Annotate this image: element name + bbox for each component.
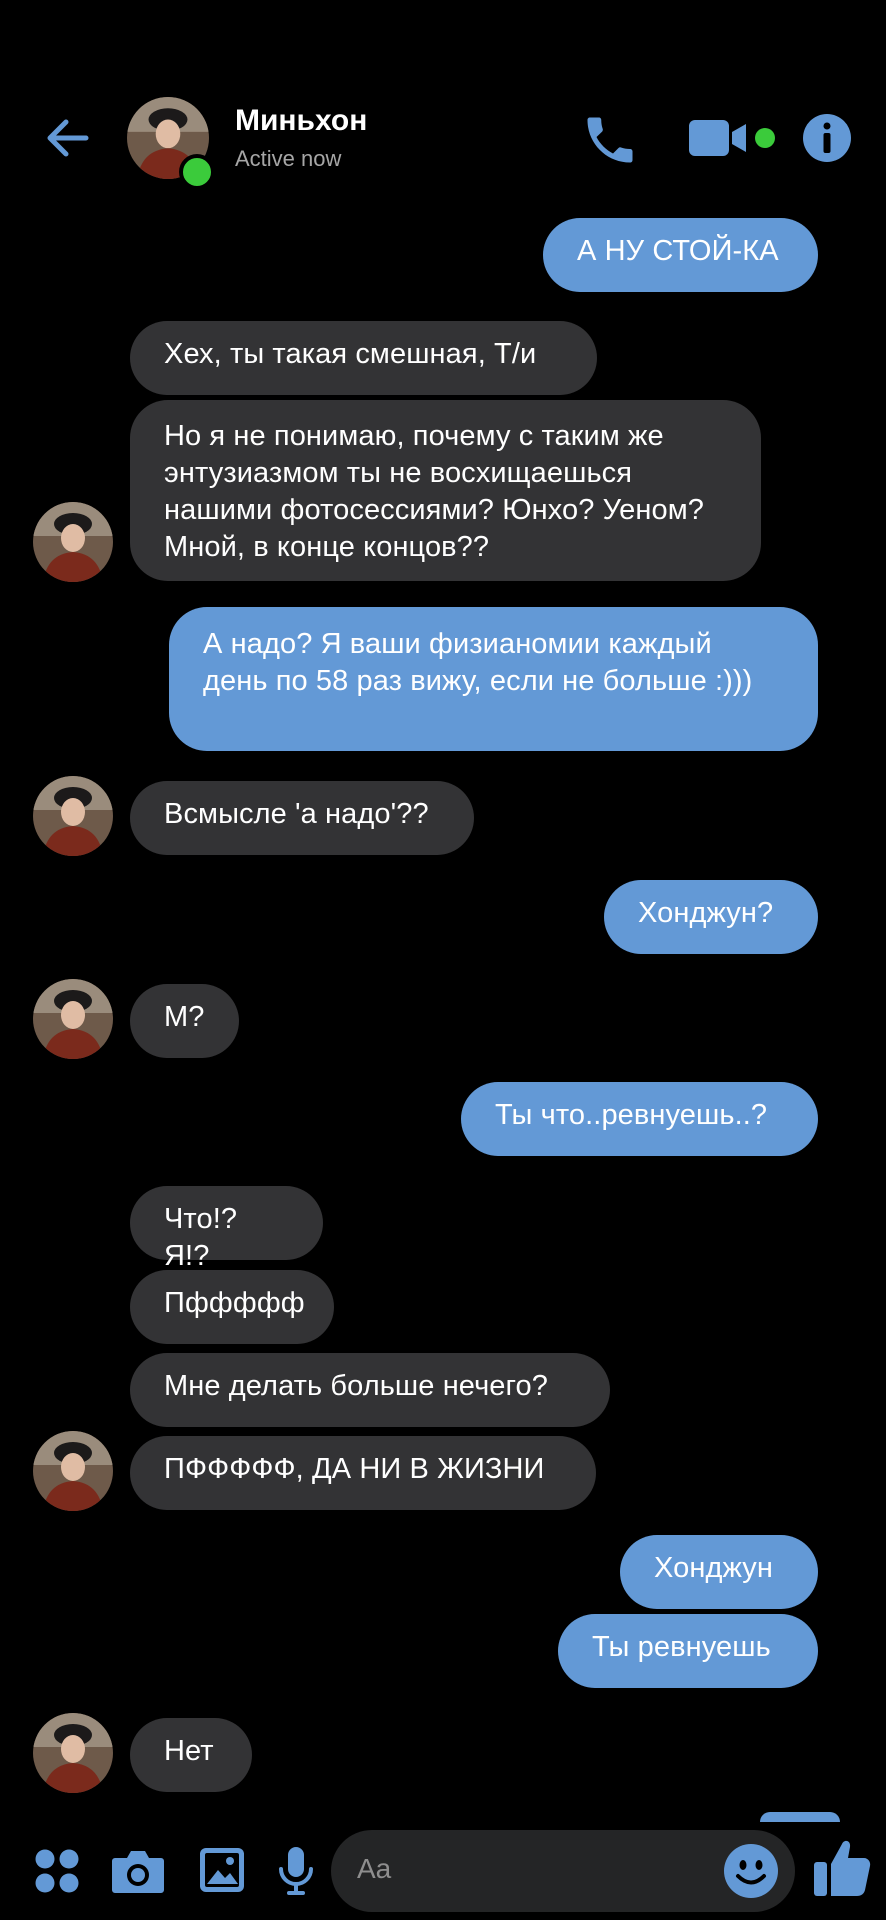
message-input-placeholder: Aa: [357, 1853, 392, 1884]
contact-avatar-small[interactable]: [33, 502, 113, 582]
message-bubble-outgoing[interactable]: Ты что..ревнуешь..?: [461, 1082, 818, 1156]
message-bubble-outgoing[interactable]: А НУ СТОЙ-КА: [543, 218, 818, 292]
message-bubble-incoming[interactable]: Всмысле 'а надо'??: [130, 781, 474, 855]
back-arrow-icon[interactable]: [40, 108, 100, 168]
video-camera-icon[interactable]: [688, 116, 750, 160]
online-status-dot: [179, 154, 215, 190]
contact-avatar-small[interactable]: [33, 1431, 113, 1511]
contact-status: Active now: [235, 146, 342, 171]
message-bubble-outgoing[interactable]: Хонджун: [620, 1535, 818, 1609]
microphone-icon[interactable]: [276, 1845, 316, 1897]
partial-outgoing-bubble: [760, 1812, 840, 1822]
message-bubble-outgoing[interactable]: А надо? Я ваши физианомии каждый день по…: [169, 607, 818, 751]
message-bubble-incoming[interactable]: Но я не понимаю, почему с таким же энтуз…: [130, 400, 761, 581]
contact-name[interactable]: Миньхон: [235, 104, 367, 138]
apps-icon[interactable]: [34, 1848, 80, 1894]
phone-icon[interactable]: [580, 110, 640, 170]
camera-icon[interactable]: [111, 1848, 165, 1894]
thumbs-up-icon[interactable]: [812, 1836, 872, 1898]
gallery-icon[interactable]: [198, 1846, 246, 1894]
video-online-dot: [755, 128, 775, 148]
message-bubble-incoming[interactable]: Мне делать больше нечего?: [130, 1353, 610, 1427]
contact-avatar-small[interactable]: [33, 979, 113, 1059]
info-icon[interactable]: [802, 113, 852, 163]
message-bubble-incoming[interactable]: Хех, ты такая смешная, Т/и: [130, 321, 597, 395]
message-bubble-incoming[interactable]: ПФФФФФ, ДА НИ В ЖИЗНИ: [130, 1436, 596, 1510]
contact-avatar-small[interactable]: [33, 1713, 113, 1793]
message-bubble-outgoing[interactable]: Ты ревнуешь: [558, 1614, 818, 1688]
emoji-icon[interactable]: [723, 1843, 779, 1899]
message-bubble-incoming[interactable]: Пффффф: [130, 1270, 334, 1344]
message-bubble-incoming[interactable]: Что!? Я!?: [130, 1186, 323, 1272]
message-bubble-incoming[interactable]: М?: [130, 984, 239, 1058]
message-bubble-incoming[interactable]: Нет: [130, 1718, 252, 1792]
contact-avatar-small[interactable]: [33, 776, 113, 856]
message-bubble-outgoing[interactable]: Хонджун?: [604, 880, 818, 954]
